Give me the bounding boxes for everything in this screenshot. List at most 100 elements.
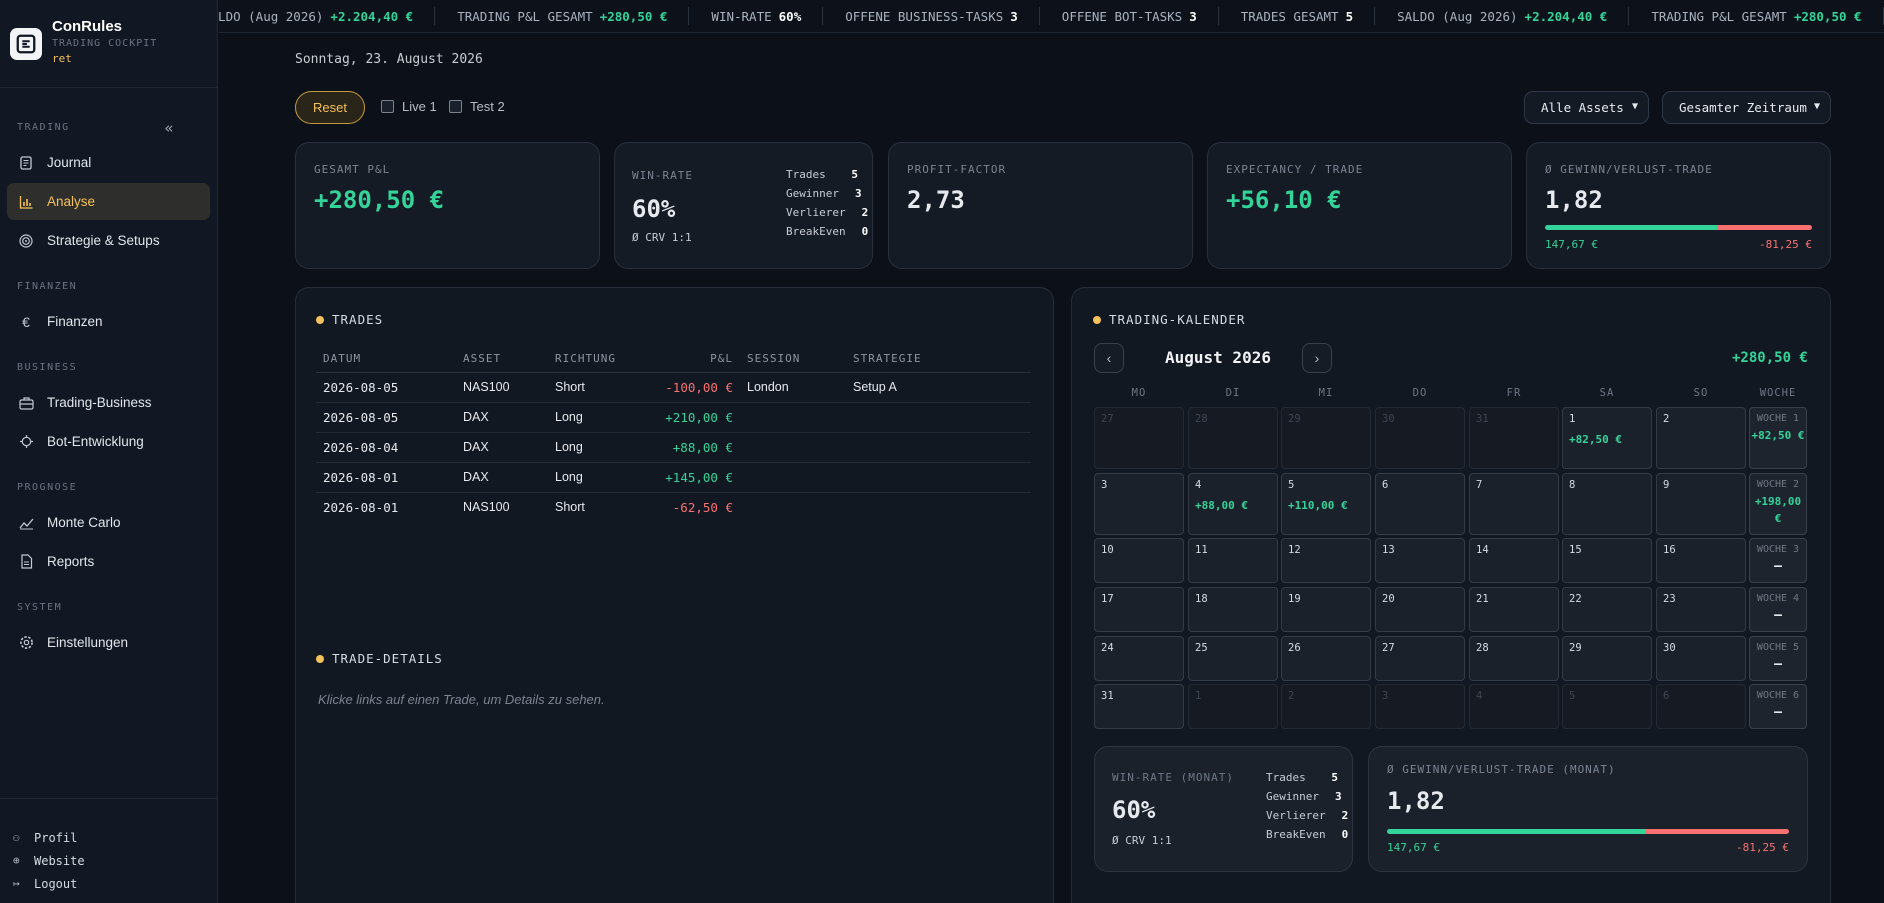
sidebar-item-einstellungen[interactable]: Einstellungen [7,624,210,661]
calendar-day[interactable]: 14 [1469,538,1559,583]
day-number: 7 [1476,479,1483,491]
calendar-day[interactable]: 26 [1281,636,1371,681]
calendar-day[interactable]: 30 [1375,407,1465,469]
col-datum[interactable]: DATUM [316,346,456,373]
calendar-day[interactable]: 30 [1656,636,1746,681]
calendar-day[interactable]: 5 [1562,684,1652,729]
calendar-day[interactable]: 17 [1094,587,1184,632]
kpi-value: +280,50 € [314,186,445,214]
calendar-day[interactable]: 25 [1188,636,1278,681]
calendar-day[interactable]: 6 [1375,473,1465,535]
calendar-day[interactable]: 11 [1188,538,1278,583]
sidebar-item-analyse[interactable]: Analyse [7,183,210,220]
calendar-day[interactable]: 15 [1562,538,1652,583]
calendar-day[interactable]: 10 [1094,538,1184,583]
kpi-ticker: SALDO (Aug 2026)+2.204,40 € TRADING P&L … [219,0,1884,33]
calendar-day[interactable]: 3 [1094,473,1184,535]
section-title-system: SYSTEM [17,601,63,613]
week-pnl: — [1774,559,1782,574]
calendar-day[interactable]: 22 [1562,587,1652,632]
sidebar-item-monte-carlo[interactable]: Monte Carlo [7,504,210,541]
week-label: WOCHE 4 [1756,593,1800,604]
crv-text: Ø CRV 1:1 [1112,834,1172,847]
week-label: WOCHE 5 [1756,642,1800,653]
col-strategie[interactable]: STRATEGIE [846,346,1031,373]
sidebar-item-reports[interactable]: Reports [7,543,210,580]
calendar-day[interactable]: 9 [1656,473,1746,535]
calendar-day[interactable]: 6 [1656,684,1746,729]
conrules-logo-icon[interactable] [10,28,42,60]
calendar-day[interactable]: 1 [1188,684,1278,729]
week-summary: WOCHE 4 — [1749,587,1807,632]
calendar-day[interactable]: 27 [1375,636,1465,681]
checkbox[interactable] [449,100,462,113]
sidebar-item-label: Finanzen [47,314,103,329]
kpi-label: WIN-RATE [632,169,693,182]
calendar-day[interactable]: 31 [1094,684,1184,729]
footer-profil[interactable]: ⚇ Profil [0,826,217,849]
calendar-day[interactable]: 2 [1281,684,1371,729]
checkbox[interactable] [381,100,394,113]
table-row[interactable]: 2026-08-05 DAX Long +210,00 € [316,402,1031,433]
table-row[interactable]: 2026-08-01 DAX Long +145,00 € [316,462,1031,493]
account-checkbox-test2[interactable]: Test 2 [449,99,505,114]
calendar-day[interactable]: 13 [1375,538,1465,583]
calendar-day[interactable]: 2 [1656,407,1746,469]
table-row[interactable]: 2026-08-04 DAX Long +88,00 € [316,432,1031,463]
asset-select[interactable]: Alle Assets ▼ [1524,91,1649,124]
calendar-day[interactable]: 20 [1375,587,1465,632]
calendar-day[interactable]: 23 [1656,587,1746,632]
calendar-day[interactable]: 21 [1469,587,1559,632]
calendar-day[interactable]: 1 +82,50 € [1562,407,1652,469]
calendar-day[interactable]: 28 [1469,636,1559,681]
day-number: 25 [1195,642,1208,654]
table-row[interactable]: 2026-08-01 NAS100 Short -62,50 € [316,492,1031,522]
account-checkbox-live1[interactable]: Live 1 [381,99,437,114]
footer-website[interactable]: ⊕ Website [0,849,217,872]
sidebar-item-bot-entwicklung[interactable]: Bot-Entwicklung [7,423,210,460]
calendar-day[interactable]: 24 [1094,636,1184,681]
day-number: 4 [1195,479,1202,491]
calendar-day[interactable]: 28 [1188,407,1278,469]
sidebar-item-finanzen[interactable]: € Finanzen [7,303,210,340]
calendar-day[interactable]: 16 [1656,538,1746,583]
next-month-button[interactable]: › [1302,343,1332,373]
footer-logout[interactable]: ↦ Logout [0,872,217,895]
sidebar-item-strategie[interactable]: Strategie & Setups [7,222,210,259]
calendar-day[interactable]: 19 [1281,587,1371,632]
kpi-label: Ø GEWINN/VERLUST-TRADE (MONAT) [1387,763,1616,776]
calendar-day[interactable]: 7 [1469,473,1559,535]
collapse-sidebar-icon[interactable]: « [164,119,175,137]
calendar-day[interactable]: 29 [1281,407,1371,469]
calendar-day[interactable]: 4 [1469,684,1559,729]
avg-win-value: 147,67 € [1387,841,1440,854]
col-richtung[interactable]: RICHTUNG [548,346,648,373]
col-asset[interactable]: ASSET [456,346,548,373]
calendar-day[interactable]: 5 +110,00 € [1281,473,1371,535]
calendar-day[interactable]: 4 +88,00 € [1188,473,1278,535]
kpi-value: 1,82 [1545,186,1603,214]
day-number: 27 [1382,642,1395,654]
calendar-day[interactable]: 18 [1188,587,1278,632]
calendar-day[interactable]: 3 [1375,684,1465,729]
ticker-item: WIN-RATE 60% [689,6,824,25]
period-select[interactable]: Gesamter Zeitraum ▼ [1662,91,1831,124]
week-pnl: +198,00 € [1754,495,1802,525]
calendar-day[interactable]: 31 [1469,407,1559,469]
sidebar-item-journal[interactable]: Journal [7,144,210,181]
prev-month-button[interactable]: ‹ [1094,343,1124,373]
kpi-label: GESAMT P&L [314,163,391,176]
col-session[interactable]: SESSION [740,346,846,373]
kpi-value: 60% [1112,796,1156,824]
calendar-day[interactable]: 27 [1094,407,1184,469]
day-pnl: +88,00 € [1195,499,1248,512]
calendar-day[interactable]: 12 [1281,538,1371,583]
calendar-day[interactable]: 8 [1562,473,1652,535]
calendar-day[interactable]: 29 [1562,636,1652,681]
col-pnl[interactable]: P&L [648,346,740,373]
sidebar-item-trading-business[interactable]: Trading-Business [7,384,210,421]
table-row[interactable]: 2026-08-05 NAS100 Short -100,00 € London Setu… [316,372,1031,403]
weekday-sa: SA [1599,387,1615,399]
week-summary: WOCHE 1 +82,50 € [1749,407,1807,469]
reset-button[interactable]: Reset [295,91,365,124]
